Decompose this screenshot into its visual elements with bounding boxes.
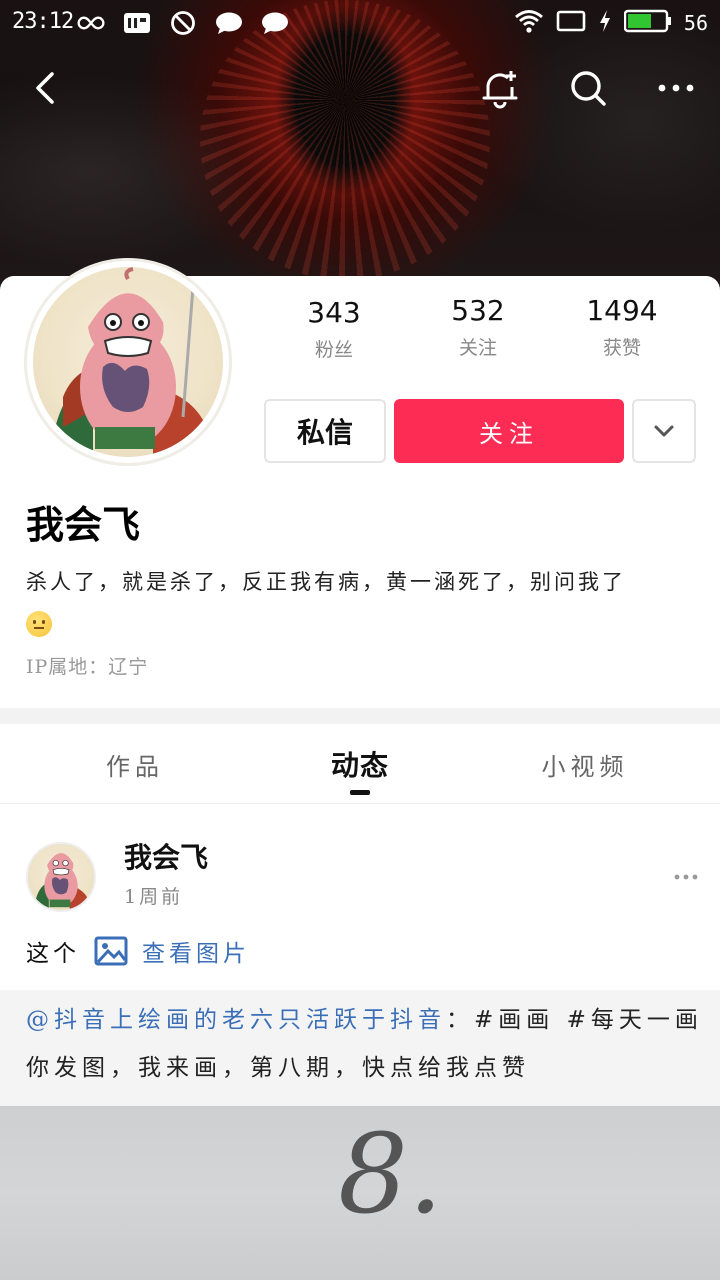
status-time: 23:12 <box>12 9 74 34</box>
tab-short-videos[interactable]: 小视频 <box>465 724 705 804</box>
post-author-avatar[interactable] <box>26 842 96 912</box>
search-icon <box>571 71 606 106</box>
stat-value: 1494 <box>586 294 658 327</box>
battery-level: 56 <box>683 11 708 35</box>
section-divider <box>0 708 720 724</box>
bio-text: 杀人了，就是杀了，反正我有病，黄一涵死了，别问我了 <box>26 570 626 594</box>
stat-value: 343 <box>307 296 361 329</box>
repost-text: @抖音上绘画的老六只活跃于抖音：#画画 #每天一画 你发图，我来画，第八期，快点… <box>26 996 706 1092</box>
chevron-left-icon <box>36 72 54 104</box>
view-image-label: 查看图片 <box>142 941 250 967</box>
stat-value: 532 <box>451 294 505 327</box>
stat-label: 粉丝 <box>314 339 353 361</box>
status-bar: 23:12 56 <box>0 0 720 46</box>
profile-stats: 343 粉丝 532 关注 1494 获赞 <box>262 294 692 366</box>
profile-bio: 杀人了，就是杀了，反正我有病，黄一涵死了，别问我了 <box>26 562 696 642</box>
chevron-down-icon <box>654 425 674 437</box>
screen-rotate-icon <box>556 9 586 37</box>
search-button[interactable] <box>560 58 616 118</box>
avatar-illustration <box>33 267 223 457</box>
message-button[interactable]: 私信 <box>264 399 386 463</box>
tab-works[interactable]: 作品 <box>15 724 255 804</box>
notify-button[interactable] <box>472 58 528 118</box>
ip-location: IP属地：辽宁 <box>26 656 149 678</box>
wifi-icon <box>514 8 544 38</box>
status-system-icons: 56 <box>514 8 708 38</box>
stat-followers[interactable]: 343 粉丝 <box>264 296 404 362</box>
profile-avatar[interactable] <box>24 258 232 466</box>
stat-label: 关注 <box>458 337 497 359</box>
repost-mention-link[interactable]: @抖音上绘画的老六只活跃于抖音 <box>26 1007 446 1033</box>
stat-following[interactable]: 532 关注 <box>408 294 548 360</box>
charging-icon <box>598 9 612 37</box>
more-horizontal-icon <box>674 874 698 880</box>
infinity-icon <box>76 10 106 36</box>
status-notification-icons <box>76 10 290 36</box>
sim-card-icon <box>122 10 152 36</box>
post-more-button[interactable] <box>664 862 708 892</box>
speechless-emoji-icon <box>26 610 52 637</box>
bell-plus-icon <box>482 71 518 109</box>
post-image-handwriting: 8. <box>338 1110 443 1238</box>
post-timestamp: 1周前 <box>124 886 184 908</box>
profile-username: 我会飞 <box>26 503 141 547</box>
active-tab-indicator <box>350 790 370 795</box>
stat-likes[interactable]: 1494 获赞 <box>552 294 692 360</box>
view-image-link[interactable]: 查看图片 <box>94 934 250 968</box>
chat-bubble-icon <box>214 10 244 36</box>
reposted-content[interactable]: @抖音上绘画的老六只活跃于抖音：#画画 #每天一画 你发图，我来画，第八期，快点… <box>0 990 720 1106</box>
profile-tabs: 作品 动态 小视频 <box>0 724 720 804</box>
do-not-disturb-icon <box>168 10 198 36</box>
post-author-name[interactable]: 我会飞 <box>124 836 208 876</box>
chat-bubble-icon <box>260 10 290 36</box>
stat-label: 获赞 <box>602 337 641 359</box>
follow-button[interactable]: 关注 <box>394 399 624 463</box>
recommend-dropdown-button[interactable] <box>632 399 696 463</box>
more-options-button[interactable] <box>648 58 704 118</box>
more-horizontal-icon <box>658 84 694 92</box>
image-icon <box>94 936 128 966</box>
battery-icon <box>623 9 672 37</box>
post-content: 这个 查看图片 <box>26 934 250 968</box>
post-text: 这个 <box>26 941 80 967</box>
back-button[interactable] <box>18 58 74 118</box>
top-navigation <box>0 58 720 118</box>
